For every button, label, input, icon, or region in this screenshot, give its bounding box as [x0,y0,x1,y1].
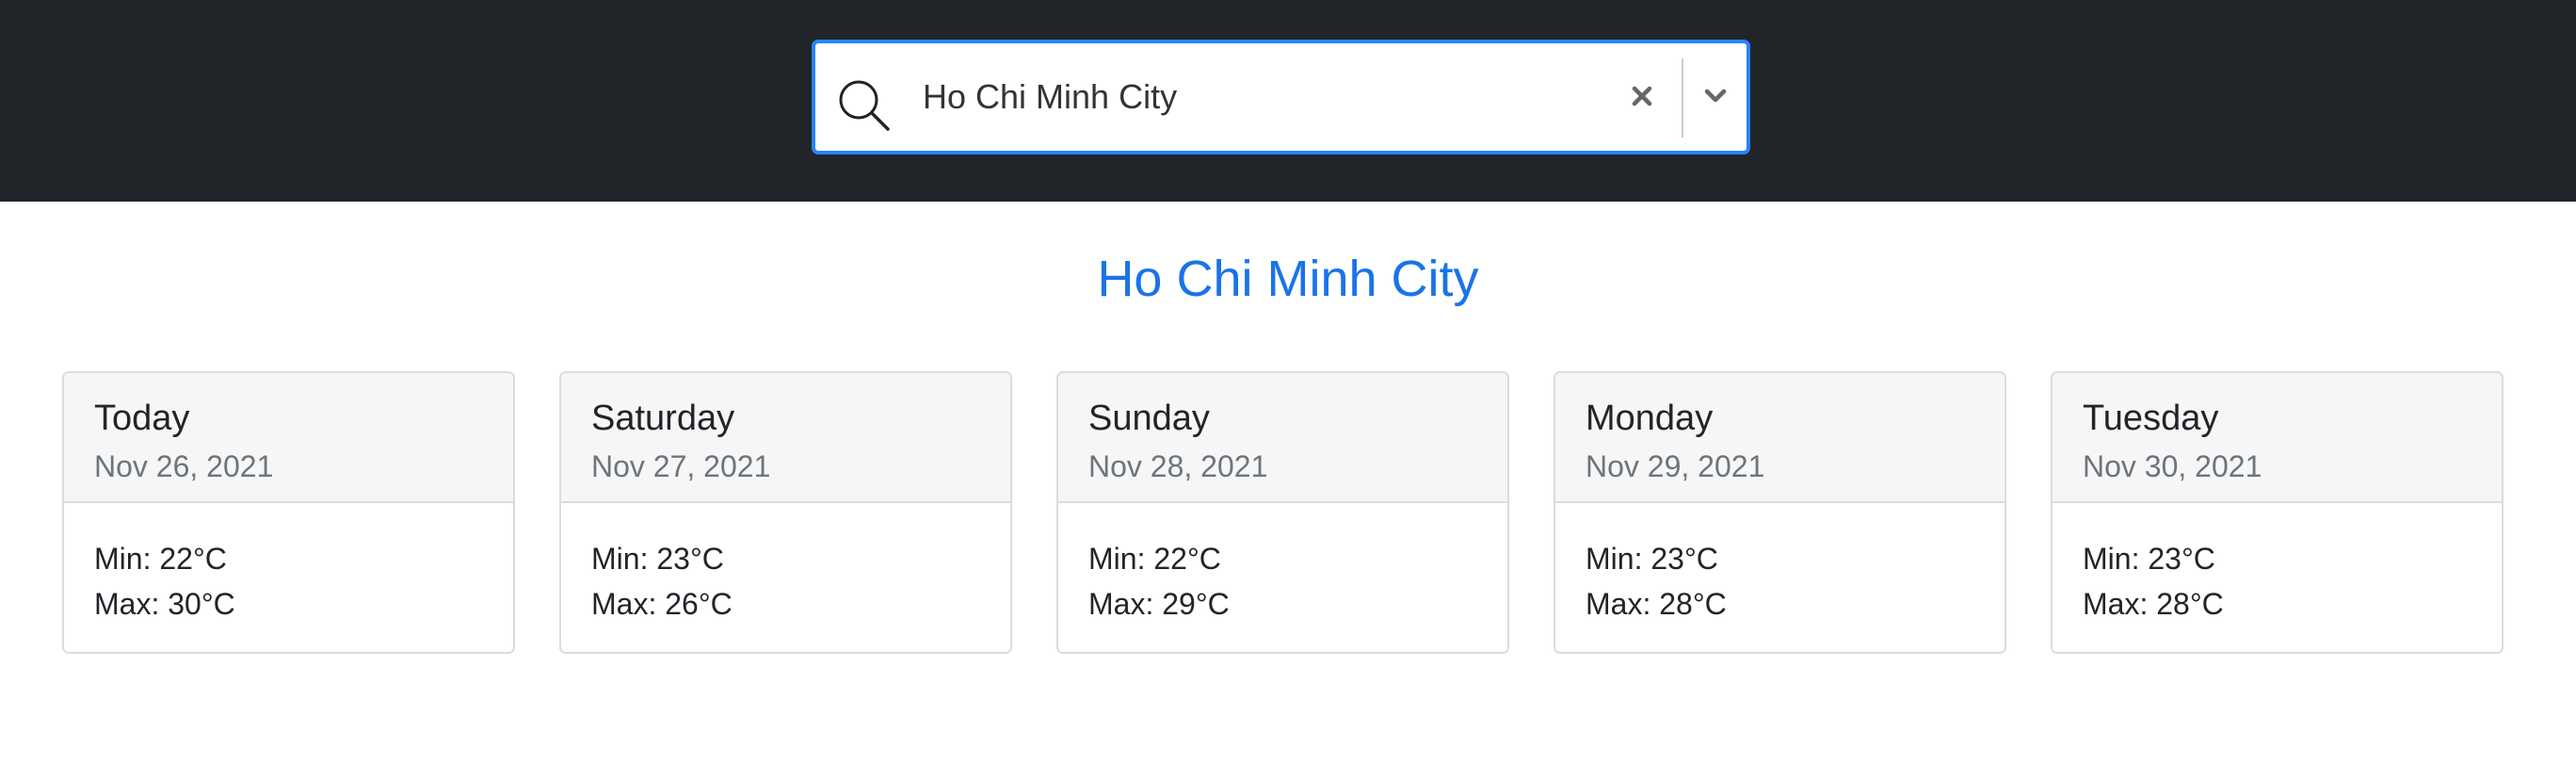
forecast-card: Sunday Nov 28, 2021 Min: 22°C Max: 29°C [1056,371,1509,654]
card-header: Monday Nov 29, 2021 [1555,373,2004,503]
forecast-card: Saturday Nov 27, 2021 Min: 23°C Max: 26°… [559,371,1012,654]
max-temperature: Max: 28°C [1586,587,1727,621]
max-temperature: Max: 26°C [591,587,733,621]
min-temperature: Min: 23°C [1586,542,1718,576]
forecast-card: Tuesday Nov 30, 2021 Min: 23°C Max: 28°C [2051,371,2504,654]
city-title: Ho Chi Minh City [1097,251,1479,307]
card-day: Tuesday [2083,399,2219,438]
card-header: Tuesday Nov 30, 2021 [2053,373,2502,503]
search-icon [839,80,890,131]
indicator-separator [1682,58,1683,138]
card-day: Sunday [1088,399,1210,438]
card-date: Nov 30, 2021 [2083,449,2262,483]
card-day: Monday [1586,399,1714,438]
card-date: Nov 29, 2021 [1586,449,1765,483]
card-date: Nov 28, 2021 [1088,449,1268,483]
max-temperature: Max: 29°C [1088,587,1230,621]
card-header: Sunday Nov 28, 2021 [1058,373,1507,503]
min-temperature: Min: 22°C [94,542,227,576]
card-day: Today [94,399,190,438]
search-input[interactable]: Ho Chi Minh City [923,43,1177,151]
chevron-down-icon[interactable] [1691,72,1740,121]
max-temperature: Max: 30°C [94,587,235,621]
card-date: Nov 27, 2021 [591,449,771,483]
card-date: Nov 26, 2021 [94,449,274,483]
city-search-select[interactable]: Ho Chi Minh City [812,40,1750,155]
forecast-card: Monday Nov 29, 2021 Min: 23°C Max: 28°C [1554,371,2006,654]
min-temperature: Min: 23°C [591,542,724,576]
min-temperature: Min: 22°C [1088,542,1221,576]
card-header: Today Nov 26, 2021 [64,373,513,503]
card-header: Saturday Nov 27, 2021 [561,373,1010,503]
card-day: Saturday [591,399,735,438]
close-icon[interactable] [1621,75,1663,117]
min-temperature: Min: 23°C [2083,542,2215,576]
max-temperature: Max: 28°C [2083,587,2224,621]
top-navbar: Ho Chi Minh City [0,0,2576,202]
forecast-card: Today Nov 26, 2021 Min: 22°C Max: 30°C [62,371,515,654]
